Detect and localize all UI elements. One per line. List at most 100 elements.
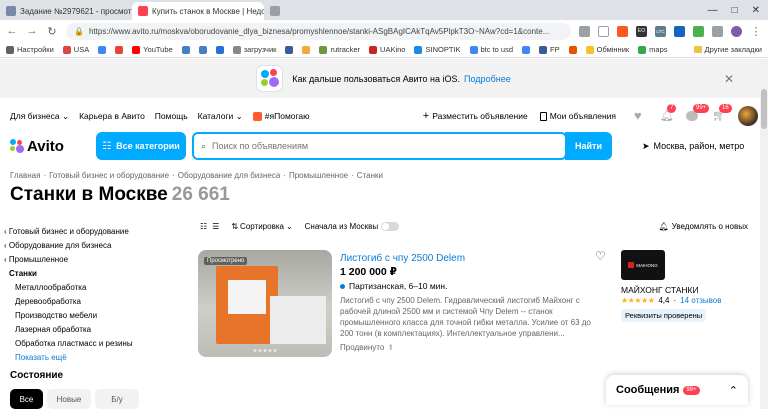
bookmark-item[interactable] — [98, 45, 107, 54]
bookmark-item[interactable] — [215, 45, 224, 54]
back-icon[interactable]: ← — [6, 25, 18, 37]
sidebar-item[interactable]: Деревообработка — [4, 295, 194, 309]
my-ads-link[interactable]: Мои объявления — [539, 111, 616, 121]
browser-tab-0[interactable]: Задание №2979621 - просмотр з ✕ — [0, 2, 132, 20]
extension-icon[interactable] — [693, 25, 704, 37]
listing-title[interactable]: Листогиб с чпу 2500 Delem — [340, 253, 465, 264]
search-input[interactable]: ⌕ Поиск по объявлениям — [192, 132, 567, 160]
location-selector[interactable]: ➤ Москва, район, метро — [642, 141, 744, 152]
bookmark-item[interactable]: rutracker — [319, 45, 360, 54]
messages-icon[interactable]: 99+ — [686, 104, 710, 123]
forward-icon[interactable]: → — [26, 25, 38, 37]
bookmark-item[interactable]: SINOPTIK — [414, 45, 461, 54]
close-icon[interactable]: ✕ — [724, 72, 734, 86]
bookmark-item[interactable]: USA — [62, 45, 89, 54]
scrollbar-thumb[interactable] — [761, 89, 767, 129]
bookmark-item[interactable] — [568, 45, 577, 54]
breadcrumb-item[interactable]: Промышленное — [289, 171, 348, 180]
address-bar[interactable]: 🔒 https://www.avito.ru/moskva/oborudovan… — [66, 22, 571, 40]
condition-all-tab[interactable]: Все — [10, 389, 43, 409]
find-button[interactable]: Найти — [565, 132, 612, 160]
bookmark-item[interactable]: загрузчик — [232, 45, 276, 54]
extension-icon[interactable] — [617, 25, 628, 37]
breadcrumb-item[interactable]: Готовый бизнес и оборудование — [49, 171, 169, 180]
notify-new-button[interactable]: 🔔︎ Уведомлять о новых — [659, 222, 748, 231]
favorite-heart-icon[interactable]: ♡ — [595, 249, 606, 263]
banner-more-link[interactable]: Подробнее — [464, 74, 511, 84]
nav-catalogs[interactable]: Каталоги ⌄ — [198, 111, 243, 122]
moscow-first-toggle[interactable]: Сначала из Москвы — [305, 221, 400, 231]
nav-business[interactable]: Для бизнеса ⌄ — [10, 111, 69, 122]
bookmark-item[interactable] — [198, 45, 207, 54]
seller-rating: ★★★★★ 4,4 · 14 отзывов — [621, 296, 722, 305]
favorites-heart-icon[interactable]: ♥ — [634, 109, 648, 123]
minimize-icon[interactable]: — — [708, 5, 718, 16]
window-controls: — □ ✕ — [700, 5, 768, 16]
bookmark-item[interactable]: YouTube — [132, 45, 173, 54]
breadcrumb-item[interactable]: Главная — [10, 171, 40, 180]
toggle-switch[interactable] — [381, 221, 400, 231]
bookmark-item[interactable]: btc to usd — [469, 45, 513, 54]
avito-logo[interactable]: Avito — [10, 138, 90, 155]
view-toggle[interactable]: ☷ ☰ — [200, 222, 219, 231]
bookmark-item[interactable] — [285, 45, 294, 54]
promoted-label: Продвинуто ⬆ — [340, 343, 395, 352]
machine-panel — [228, 280, 266, 314]
maximize-icon[interactable]: □ — [732, 5, 738, 16]
extension-icon[interactable]: LTC — [655, 25, 666, 37]
bookmark-star-icon[interactable] — [598, 25, 609, 37]
avatar[interactable] — [738, 106, 758, 126]
reload-icon[interactable]: ↻ — [46, 25, 58, 38]
sidebar-item[interactable]: ‹ Промышленное — [4, 253, 194, 267]
puzzle-icon[interactable] — [712, 25, 723, 37]
grid-view-icon[interactable]: ☷ — [200, 222, 207, 231]
breadcrumb-item[interactable]: Оборудование для бизнеса — [178, 171, 281, 180]
menu-icon[interactable]: ⋮ — [750, 25, 762, 38]
post-ad-button[interactable]: + Разместить объявление — [423, 110, 528, 122]
browser-tab-1[interactable]: Купить станок в Москве | Недор ✕ — [132, 2, 264, 20]
bookmark-item[interactable] — [302, 45, 311, 54]
bookmark-item[interactable]: Обмінник — [585, 45, 629, 54]
listing-photo[interactable]: Просмотрено — [198, 250, 332, 357]
bookmark-item[interactable]: UAKino — [369, 45, 405, 54]
breadcrumb-item[interactable]: Станки — [357, 171, 383, 180]
bookmark-item[interactable]: maps — [638, 45, 668, 54]
sidebar-item[interactable]: Обработка пластмасс и резины — [4, 337, 194, 351]
bookmark-item[interactable]: Настройки — [6, 45, 54, 54]
condition-new-tab[interactable]: Новые — [47, 389, 91, 409]
page-scrollbar[interactable] — [760, 59, 768, 409]
nav-help[interactable]: Помощь — [155, 111, 188, 121]
top-nav: Для бизнеса ⌄ Карьера в Авито Помощь Кат… — [0, 104, 768, 126]
close-window-icon[interactable]: ✕ — [752, 5, 760, 16]
breadcrumb-separator: · — [43, 171, 47, 180]
bell-icon[interactable]: 🔔︎ 7 — [660, 104, 677, 123]
sidebar-item[interactable]: Лазерная обработка — [4, 323, 194, 337]
extension-icon[interactable]: ЕО — [636, 25, 647, 37]
reviews-link[interactable]: 14 отзывов — [680, 296, 721, 305]
messages-widget[interactable]: Сообщения 99+ ⌃ — [606, 375, 748, 405]
profile-icon[interactable] — [731, 25, 742, 37]
sidebar-item[interactable]: ‹ Готовый бизнес и оборудование — [4, 225, 194, 239]
sidebar-item[interactable]: Металлообработка — [4, 281, 194, 295]
sort-dropdown[interactable]: ⇅ Сортировка ⌄ — [231, 222, 292, 231]
browser-tab-2[interactable] — [264, 2, 294, 20]
cart-icon[interactable]: 🛒︎ 16 — [712, 104, 732, 123]
share-icon[interactable] — [579, 25, 590, 37]
bookmark-item[interactable] — [115, 45, 124, 54]
bookmark-item[interactable]: FP — [539, 45, 560, 54]
seller-name[interactable]: МАЙХОНГ СТАНКИ — [621, 285, 699, 295]
condition-used-tab[interactable]: Б/у — [95, 389, 139, 409]
sidebar-item[interactable]: Производство мебели — [4, 309, 194, 323]
bookmark-item[interactable] — [522, 45, 531, 54]
other-bookmarks[interactable]: Другие закладки — [693, 45, 762, 54]
sidebar-item[interactable]: Показать ещё — [4, 351, 194, 365]
nav-ihelp[interactable]: #яПомогаю — [252, 111, 310, 121]
nav-career[interactable]: Карьера в Авито — [79, 111, 145, 121]
bookmark-item[interactable] — [181, 45, 190, 54]
chevron-up-icon[interactable]: ⌃ — [729, 384, 738, 397]
all-categories-button[interactable]: ☷ Все категории — [96, 132, 186, 160]
extension-icon[interactable] — [674, 25, 685, 37]
list-view-icon[interactable]: ☰ — [212, 222, 219, 231]
sidebar-item[interactable]: ‹ Оборудование для бизнеса — [4, 239, 194, 253]
seller-logo[interactable]: MAIHONG — [621, 250, 665, 280]
